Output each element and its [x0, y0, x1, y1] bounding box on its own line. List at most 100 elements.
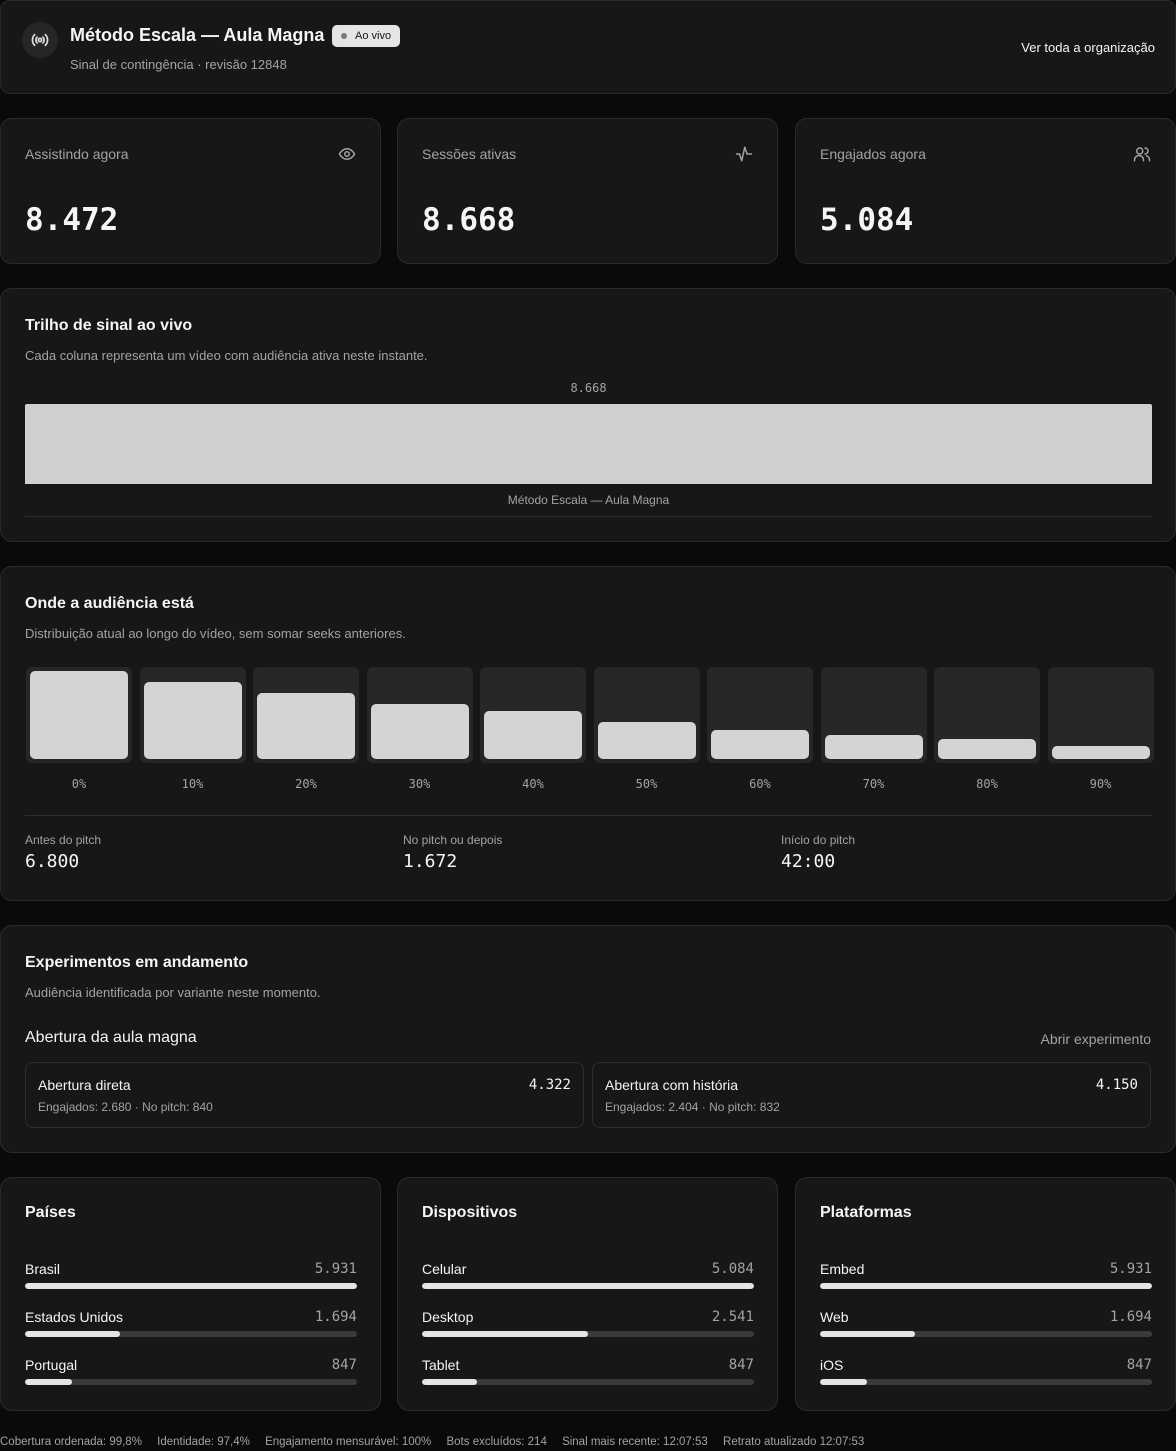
breakdown-title: Dispositivos — [422, 1204, 518, 1221]
kpi-value-before-pitch: 6.800 — [25, 851, 80, 872]
row-progress-bar — [25, 1283, 357, 1289]
divider — [25, 815, 1152, 816]
row-label: Estados Unidos — [25, 1309, 124, 1325]
row-progress-track — [25, 1379, 357, 1385]
variant-card[interactable]: Abertura direta 4.322 Engajados: 2.680 ·… — [25, 1062, 584, 1128]
section-title: Experimentos em andamento — [25, 954, 249, 971]
row-value: 1.694 — [314, 1309, 357, 1325]
stat-label: Sessões ativas — [422, 146, 517, 162]
trail-bar[interactable] — [25, 404, 1152, 484]
distribution-tick-label: 0% — [71, 777, 87, 791]
row-label: Desktop — [422, 1309, 474, 1325]
distribution-bucket[interactable] — [253, 667, 359, 763]
kpi-value-pitch-start: 42:00 — [781, 851, 836, 872]
variant-card[interactable]: Abertura com história 4.150 Engajados: 2… — [592, 1062, 1151, 1128]
trail-bar-label: Método Escala — Aula Magna — [507, 493, 670, 507]
experiment-name: Abertura da aula magna — [25, 1029, 197, 1046]
row-value: 2.541 — [711, 1309, 754, 1325]
breakdown-countries: Países Brasil 5.931 Estados Unidos 1.694 Por… — [0, 1177, 381, 1411]
distribution-bar — [370, 704, 469, 759]
distribution-tick-label: 80% — [976, 777, 998, 791]
distribution-bucket[interactable] — [820, 667, 927, 763]
distribution-bucket[interactable] — [1047, 667, 1154, 763]
section-subtitle: Cada coluna representa um vídeo com audi… — [25, 348, 428, 363]
stat-label: Engajados agora — [820, 146, 926, 162]
distribution-tick-label: 90% — [1089, 777, 1112, 791]
variant-value: 4.322 — [528, 1077, 571, 1093]
distribution-bucket[interactable] — [593, 667, 700, 763]
row-label: Brasil — [25, 1261, 61, 1277]
variant-value: 4.150 — [1095, 1077, 1138, 1093]
activity-icon — [735, 146, 753, 162]
breakdown-platforms: Plataformas Embed 5.931 Web 1.694 iOS 847 — [795, 1177, 1176, 1411]
distribution-bucket[interactable] — [26, 667, 132, 763]
distribution-bucket[interactable] — [366, 667, 473, 763]
footer-engagement: Engajamento mensurável: 100% — [265, 1436, 432, 1448]
row-progress-track — [820, 1379, 1152, 1385]
stat-card-engaged: Engajados agora 5.084 — [795, 118, 1176, 264]
stat-value: 8.668 — [422, 202, 516, 238]
distribution-bucket[interactable] — [707, 667, 813, 763]
distribution-bar — [711, 730, 809, 759]
footer-coverage: Cobertura ordenada: 99,8% — [0, 1436, 142, 1448]
stat-card-sessions: Sessões ativas 8.668 — [397, 118, 778, 264]
breakdown-row: iOS 847 — [820, 1357, 1152, 1387]
variant-meta: Engajados: 2.404 · No pitch: 832 — [605, 1100, 780, 1114]
live-signal-trail: Trilho de sinal ao vivo Cada coluna repr… — [0, 288, 1176, 542]
distribution-bar — [1051, 746, 1150, 759]
distribution-tick-label: 20% — [295, 777, 317, 791]
distribution-bar — [938, 739, 1036, 759]
row-progress-bar — [422, 1331, 588, 1337]
breakdown-row: Portugal 847 — [25, 1357, 357, 1387]
footer-snapshot: Retrato atualizado 12:07:53 — [723, 1436, 865, 1448]
distribution-bucket[interactable] — [139, 667, 246, 763]
distribution-bucket[interactable] — [480, 667, 586, 763]
broadcast-icon — [22, 22, 58, 58]
live-badge: Ao vivo — [332, 25, 401, 47]
experiments-section: Experimentos em andamento Audiência iden… — [0, 925, 1176, 1153]
kpi-label-before-pitch: Antes do pitch — [25, 833, 102, 847]
footer-bots: Bots excluídos: 214 — [446, 1436, 547, 1448]
distribution-bucket[interactable] — [934, 667, 1040, 763]
stat-value: 8.472 — [25, 202, 119, 238]
open-experiment-link[interactable]: Abrir experimento — [1041, 1031, 1152, 1047]
distribution-bar — [484, 711, 582, 759]
row-progress-track — [820, 1331, 1152, 1337]
page-subtitle: Sinal de contingência · revisão 12848 — [70, 57, 287, 72]
status-footer: Cobertura ordenada: 99,8% Identidade: 97… — [0, 1436, 876, 1448]
stat-card-watching: Assistindo agora 8.472 — [0, 118, 381, 264]
breakdown-row: Embed 5.931 — [820, 1261, 1152, 1291]
row-progress-bar — [820, 1283, 1152, 1289]
row-label: Celular — [422, 1261, 467, 1277]
eye-icon — [338, 148, 356, 160]
page-title: Método Escala — Aula Magna — [70, 25, 325, 45]
row-progress-track — [422, 1283, 754, 1289]
row-value: 5.931 — [1109, 1261, 1152, 1277]
row-value: 847 — [728, 1357, 754, 1373]
breakdown-title: Plataformas — [820, 1204, 912, 1221]
footer-latest-signal: Sinal mais recente: 12:07:53 — [562, 1436, 708, 1448]
distribution-tick-label: 50% — [635, 777, 658, 791]
divider — [25, 516, 1152, 517]
row-progress-track — [25, 1331, 357, 1337]
section-subtitle: Audiência identificada por variante nest… — [25, 985, 321, 1000]
audience-distribution: Onde a audiência está Distribuição atual… — [0, 566, 1176, 901]
variant-meta: Engajados: 2.680 · No pitch: 840 — [38, 1100, 213, 1114]
row-progress-track — [25, 1283, 357, 1289]
row-value: 847 — [331, 1357, 357, 1373]
page-header: Método Escala — Aula Magna Ao vivo Sinal… — [0, 0, 1176, 94]
section-title: Onde a audiência está — [25, 595, 194, 612]
distribution-bar — [597, 722, 696, 759]
breakdown-row: Estados Unidos 1.694 — [25, 1309, 357, 1339]
stat-value: 5.084 — [820, 202, 914, 238]
section-subtitle: Distribuição atual ao longo do vídeo, se… — [25, 626, 406, 641]
row-progress-track — [422, 1379, 754, 1385]
row-progress-track — [422, 1331, 754, 1337]
footer-identity: Identidade: 97,4% — [157, 1436, 250, 1448]
distribution-bar — [824, 735, 923, 759]
breakdown-row: Desktop 2.541 — [422, 1309, 754, 1339]
row-value: 5.931 — [314, 1261, 357, 1277]
row-label: iOS — [820, 1357, 844, 1373]
row-value: 847 — [1126, 1357, 1152, 1373]
view-organization-link[interactable]: Ver toda a organização — [1021, 40, 1155, 55]
